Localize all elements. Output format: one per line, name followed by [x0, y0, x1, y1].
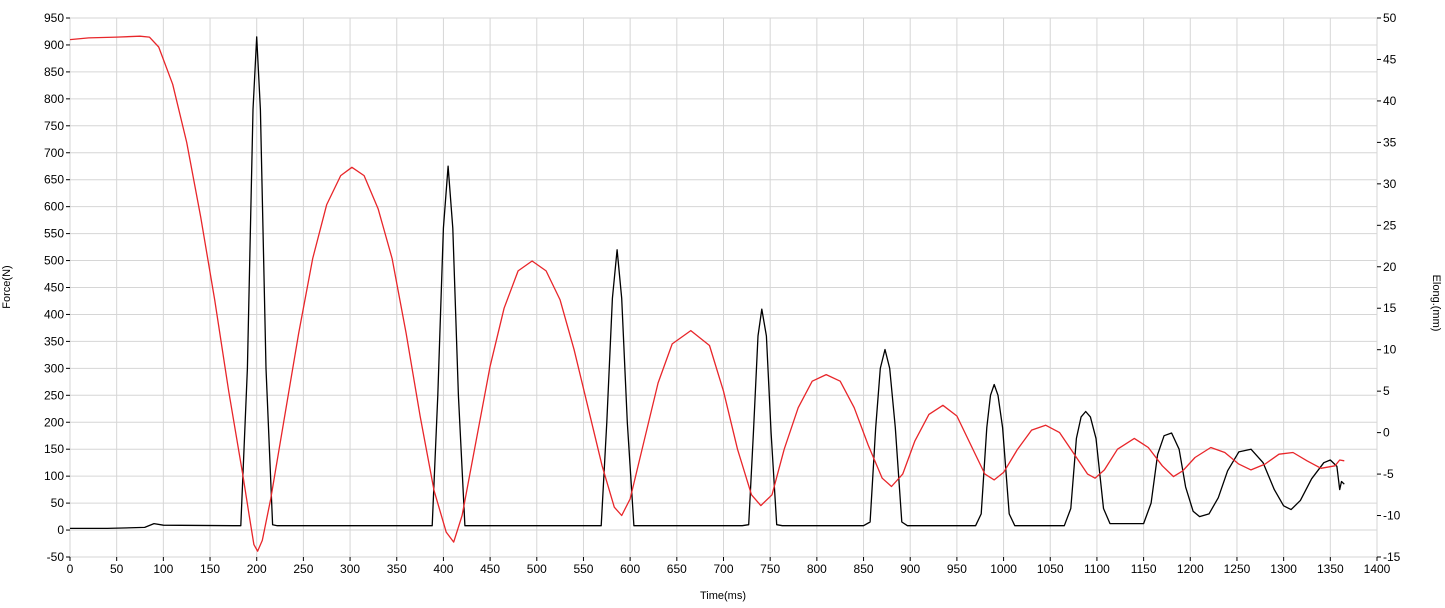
left-y-tick-label: 250	[44, 388, 64, 402]
right-y-tick-label: 5	[1383, 384, 1390, 398]
x-tick-label: 950	[947, 562, 967, 576]
left-y-tick-label: 500	[44, 254, 64, 268]
x-tick-label: 700	[713, 562, 733, 576]
x-tick-label: 1150	[1131, 562, 1157, 576]
x-tick-label: 150	[200, 562, 220, 576]
chart: 0 50 100 150 200 250 300 350 400 450 500 550 600 650 7…	[1, 11, 1442, 602]
left-y-tick-label: 550	[44, 227, 64, 241]
left-y-tick-label: 300	[44, 361, 64, 375]
left-y-tick-label: 0	[57, 523, 64, 537]
left-y-tick-label: 650	[44, 173, 64, 187]
x-tick-label: 400	[433, 562, 453, 576]
right-y-tick-label: -15	[1383, 550, 1401, 564]
right-y-tick-label: -5	[1383, 467, 1394, 481]
right-y-tick-label: 10	[1383, 343, 1397, 357]
x-tick-label: 1250	[1224, 562, 1251, 576]
right-y-tick-label: 15	[1383, 301, 1397, 315]
right-y-tick-label: 20	[1383, 260, 1397, 274]
left-y-tick-label: 50	[51, 496, 65, 510]
x-tick-label: 300	[340, 562, 360, 576]
left-y-tick-label: 400	[44, 307, 64, 321]
left-y-tick-label: 750	[44, 119, 64, 133]
x-tick-label: 200	[247, 562, 267, 576]
left-y-tick-label: -50	[47, 550, 65, 564]
left-y-tick-label: 900	[44, 38, 64, 52]
x-tick-label: 50	[110, 562, 124, 576]
left-y-tick-label: 150	[44, 442, 64, 456]
left-y-tick-label: 350	[44, 334, 64, 348]
x-tick-label: 800	[807, 562, 827, 576]
left-y-tick-label: 100	[44, 469, 64, 483]
x-axis-label: Time(ms)	[700, 590, 746, 602]
right-y-tick-label: 25	[1383, 218, 1397, 232]
right-y-axis-ticks: -15 -10 -5 0 5 10 15 20 25 30 35 40 45 50	[1377, 11, 1401, 564]
x-tick-label: 1050	[1037, 562, 1064, 576]
right-y-tick-label: 35	[1383, 135, 1397, 149]
right-y-tick-label: 45	[1383, 52, 1397, 66]
left-y-tick-label: 700	[44, 146, 64, 160]
right-y-tick-label: 30	[1383, 177, 1397, 191]
left-y-axis-ticks: -50 0 50 100 150 200 250 300 350 400 450 500 550 600 6…	[44, 11, 70, 564]
x-tick-label: 1200	[1177, 562, 1204, 576]
x-tick-label: 550	[573, 562, 593, 576]
x-tick-label: 1300	[1270, 562, 1297, 576]
x-tick-label: 1350	[1317, 562, 1344, 576]
x-tick-label: 100	[153, 562, 173, 576]
x-tick-label: 500	[527, 562, 547, 576]
x-tick-label: 650	[667, 562, 687, 576]
x-tick-label: 1100	[1084, 562, 1110, 576]
left-y-tick-label: 600	[44, 200, 64, 214]
x-tick-label: 750	[760, 562, 780, 576]
left-y-tick-label: 200	[44, 415, 64, 429]
x-tick-label: 250	[293, 562, 313, 576]
x-tick-label: 600	[620, 562, 640, 576]
x-tick-label: 850	[854, 562, 874, 576]
x-axis-ticks: 0 50 100 150 200 250 300 350 400 450 500 550 600 650 7…	[67, 557, 1391, 576]
x-tick-label: 1000	[990, 562, 1017, 576]
left-y-axis-label: Force(N)	[1, 265, 13, 308]
left-y-tick-label: 950	[44, 11, 64, 25]
x-tick-label: 1400	[1364, 562, 1391, 576]
x-tick-label: 0	[67, 562, 74, 576]
gridlines	[69, 17, 1378, 558]
right-y-tick-label: 0	[1383, 426, 1390, 440]
x-tick-label: 350	[387, 562, 407, 576]
right-y-axis-label: Elong.(mm)	[1430, 275, 1442, 332]
right-y-tick-label: -10	[1383, 509, 1401, 523]
right-y-tick-label: 50	[1383, 11, 1397, 25]
left-y-tick-label: 850	[44, 65, 64, 79]
x-tick-label: 900	[900, 562, 920, 576]
x-tick-label: 450	[480, 562, 500, 576]
right-y-tick-label: 40	[1383, 94, 1397, 108]
left-y-tick-label: 450	[44, 281, 64, 295]
left-y-tick-label: 800	[44, 92, 64, 106]
